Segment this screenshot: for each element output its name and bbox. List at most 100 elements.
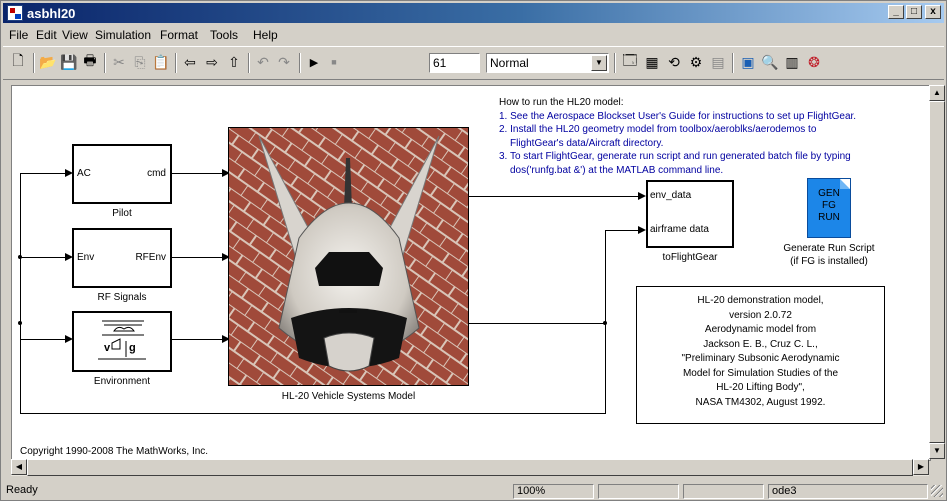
status-bar: Ready 100% ode3 [3,482,944,500]
forward-icon[interactable]: ⇨ [203,53,221,71]
menu-edit[interactable]: Edit [36,28,57,42]
menu-view[interactable]: View [62,28,88,42]
menu-bar: File Edit View Simulation Format Tools H… [3,25,944,44]
solver-name: ode3 [768,484,928,499]
pilot-label: Pilot [112,208,132,219]
fg-text: FG [822,200,836,211]
branch-point [603,321,607,325]
new-icon[interactable]: 🗋 [9,52,27,71]
model-explorer-icon[interactable]: ▦ [643,53,661,71]
menu-simulation[interactable]: Simulation [95,28,151,42]
scroll-right-button[interactable]: ▶ [913,459,929,475]
instruction-line: 2. Install the HL20 geometry model from … [499,124,817,135]
open-icon[interactable]: 📂 [39,53,57,71]
status-panel [598,484,679,499]
status-panel [683,484,764,499]
rf-out-port: RFEnv [135,252,166,263]
toolbar-separator [104,53,106,73]
stop-icon[interactable]: ■ [325,53,343,71]
horizontal-scroll-thumb[interactable] [27,459,913,476]
model-info-note: HL-20 demonstration model, version 2.0.7… [636,286,885,424]
env-data-port: env_data [650,190,692,201]
copy-icon[interactable]: ⎘ [131,53,149,71]
minimize-button[interactable]: _ [888,5,904,19]
update-diagram-icon[interactable]: ⟲ [665,53,683,71]
paste-icon[interactable]: 📋 [152,53,170,71]
model-canvas[interactable]: How to run the HL20 model: 1. See the Ae… [11,85,931,461]
hl20-vehicle-block[interactable] [228,127,469,386]
info-line: NASA TM4302, August 1992. [695,396,826,408]
vertical-scrollbar[interactable]: ▲ ▼ [929,85,945,459]
explorer-icon[interactable]: 🔍 [761,53,779,71]
library-browser-icon[interactable]: 🗔 [621,52,639,71]
toolbar-separator [299,53,301,73]
redo-icon[interactable]: ↷ [275,53,293,71]
cut-icon[interactable]: ✂ [110,53,128,71]
to-flightgear-block[interactable]: env_data airframe data [646,180,734,248]
info-line: version 2.0.72 [729,309,792,321]
toolbar: 🗋 📂 💾 🖶 ✂ ⎘ 📋 ⇦ ⇨ ⇧ ↶ ↷ ▶ ■ 61 Normal ▼ … [3,46,944,80]
play-icon[interactable]: ▶ [305,53,323,71]
pilot-in-port: AC [77,168,91,179]
rf-signals-block[interactable]: Env RFEnv [72,228,172,288]
gen-text: GEN [818,188,840,199]
instruction-line: FlightGear's data/Aircraft directory. [510,137,664,149]
menu-help[interactable]: Help [253,28,278,42]
simulation-mode-select[interactable]: Normal ▼ [486,53,609,73]
instructions-note: How to run the HL20 model: 1. See the Ae… [499,96,856,177]
status-text: Ready [6,484,38,496]
branch-point [18,321,22,325]
menu-format[interactable]: Format [160,28,198,42]
pilot-block[interactable]: AC cmd [72,144,172,204]
hl20-vehicle-label: HL-20 Vehicle Systems Model [281,391,416,402]
print-icon[interactable]: 🖶 [81,52,99,71]
resize-grip-icon[interactable] [931,485,943,497]
rf-signals-label: RF Signals [97,292,147,303]
up-icon[interactable]: ⇧ [225,53,243,71]
environment-icon: v g [98,320,146,360]
wire [20,257,65,258]
model-window: asbhl20 _ □ x File Edit View Simulation … [0,0,947,501]
environment-block[interactable]: v g [72,311,172,372]
rf-in-port: Env [77,252,95,263]
toolbar-separator [33,53,35,73]
record-icon[interactable]: ❂ [805,53,823,71]
menu-tools[interactable]: Tools [210,28,238,42]
zoom-level: 100% [513,484,594,499]
copyright-note: Copyright 1990-2008 The MathWorks, Inc. [20,446,209,457]
chevron-down-icon[interactable]: ▼ [591,55,607,71]
arrow-head [638,226,646,234]
undo-icon[interactable]: ↶ [254,53,272,71]
maximize-button[interactable]: □ [906,5,922,19]
library-icon[interactable]: ▣ [739,53,757,71]
config-icon[interactable]: ▤ [709,53,727,71]
generate-run-script-block[interactable]: GEN FG RUN [807,178,851,238]
title-bar[interactable]: asbhl20 _ □ x [3,3,944,23]
wire [20,173,65,174]
scroll-up-button[interactable]: ▲ [929,85,945,101]
svg-text:v: v [104,342,111,354]
vertical-scroll-thumb[interactable] [929,101,945,443]
generate-run-script-label-line2: (if FG is installed) [790,256,868,267]
menu-file[interactable]: File [9,28,28,42]
simulink-app-icon [7,5,23,21]
save-icon[interactable]: 💾 [60,53,78,71]
environment-label: Environment [93,376,151,387]
scroll-left-button[interactable]: ◀ [11,459,27,475]
build-icon[interactable]: ⚙ [687,53,705,71]
pilot-out-port: cmd [147,168,166,179]
info-line: HL-20 demonstration model, [697,295,824,306]
hl20-vehicle-photo [229,128,468,385]
properties-icon[interactable]: ▥ [783,53,801,71]
wire [172,173,222,174]
wire [172,257,222,258]
horizontal-scrollbar[interactable]: ◀ ▶ [11,459,929,476]
scroll-down-button[interactable]: ▼ [929,443,945,459]
stop-time-input[interactable]: 61 [429,53,480,73]
back-icon[interactable]: ⇦ [181,53,199,71]
info-line: Model for Simulation Studies of the [682,367,839,379]
instruction-line: 1. See the Aerospace Blockset User's Gui… [499,110,857,122]
toolbar-separator [732,53,734,73]
toolbar-separator [248,53,250,73]
close-button[interactable]: x [925,5,941,19]
